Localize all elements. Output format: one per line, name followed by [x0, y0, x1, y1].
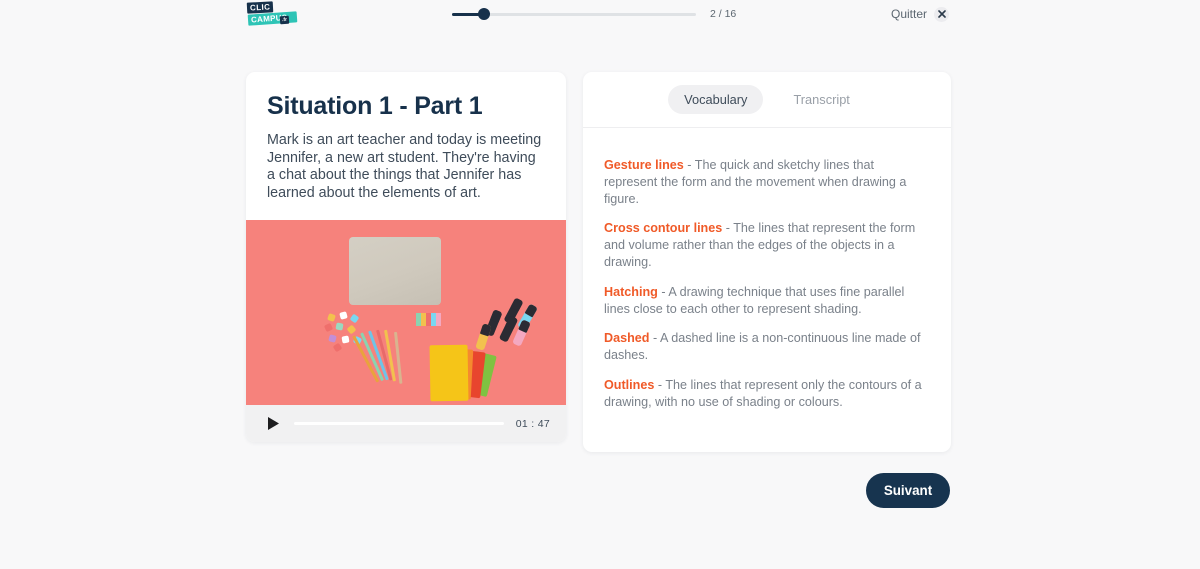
- page-title: Situation 1 - Part 1: [267, 92, 483, 120]
- brand-logo[interactable]: CLIC CAMPUS .fr: [246, 1, 298, 26]
- tab-transcript[interactable]: Transcript: [777, 85, 865, 114]
- list-item: Gesture lines - The quick and sketchy li…: [604, 157, 930, 208]
- lesson-description: Mark is an art teacher and today is meet…: [267, 132, 542, 201]
- vocabulary-list: Gesture lines - The quick and sketchy li…: [583, 128, 951, 411]
- top-bar: CLIC CAMPUS .fr 2 / 16 Quitter: [0, 0, 1200, 28]
- vocabulary-definition: - A dashed line is a non-continuous line…: [604, 331, 921, 363]
- vocabulary-term: Hatching: [604, 284, 658, 299]
- audio-duration: 01 : 47: [515, 417, 550, 430]
- vocabulary-term: Outlines: [604, 377, 655, 392]
- list-item: Dashed - A dashed line is a non-continuo…: [604, 330, 930, 364]
- lesson-card: Situation 1 - Part 1 Mark is an art teac…: [246, 72, 566, 442]
- course-progress: 2 / 16: [452, 0, 736, 28]
- audio-player: 01 : 47: [246, 405, 566, 442]
- erasers-illustration: [416, 313, 444, 326]
- list-item: Outlines - The lines that represent only…: [604, 377, 930, 411]
- vocabulary-term: Gesture lines: [604, 157, 684, 172]
- logo-campus-text: CAMPUS: [247, 11, 298, 26]
- lesson-image: [246, 220, 566, 405]
- next-button[interactable]: Suivant: [866, 473, 950, 508]
- audio-progress-slider[interactable]: [294, 422, 504, 425]
- laptop-illustration: [349, 237, 441, 305]
- logo-clic-text: CLIC: [246, 1, 274, 14]
- list-item: Hatching - A drawing technique that uses…: [604, 284, 930, 318]
- quit-control[interactable]: Quitter: [891, 0, 949, 28]
- progress-counter: 2 / 16: [710, 8, 737, 20]
- tab-vocabulary[interactable]: Vocabulary: [668, 85, 764, 114]
- progress-slider[interactable]: [452, 8, 696, 20]
- close-icon[interactable]: [934, 6, 949, 22]
- quit-label: Quitter: [890, 7, 927, 21]
- progress-handle[interactable]: [478, 8, 490, 20]
- panel-tabs: Vocabulary Transcript: [583, 72, 951, 128]
- vocabulary-term: Dashed: [604, 331, 650, 346]
- play-icon[interactable]: [267, 415, 282, 432]
- vocabulary-term: Cross contour lines: [604, 221, 723, 236]
- reference-panel: Vocabulary Transcript Gesture lines - Th…: [583, 72, 951, 452]
- pencils-illustration: [350, 329, 412, 390]
- list-item: Cross contour lines - The lines that rep…: [604, 220, 930, 271]
- notebooks-illustration: [426, 343, 498, 405]
- logo-tld-text: .fr: [279, 15, 290, 25]
